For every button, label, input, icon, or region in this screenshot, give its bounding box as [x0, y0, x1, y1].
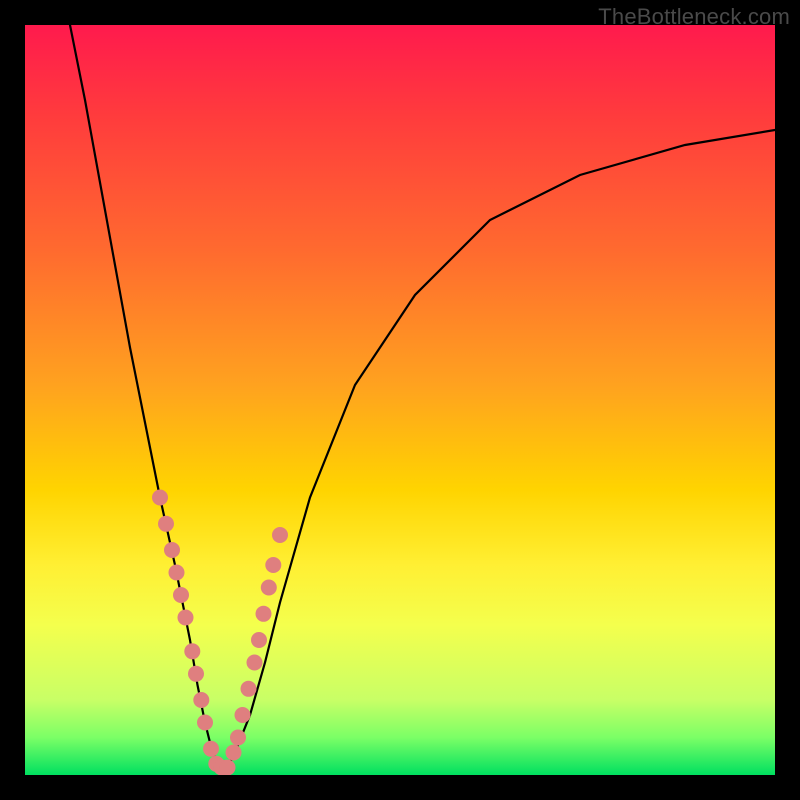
highlight-point: [169, 565, 185, 581]
highlight-point: [173, 587, 189, 603]
highlight-point: [235, 707, 251, 723]
curve-layer: [70, 25, 775, 768]
chart-svg: [25, 25, 775, 775]
highlight-point: [247, 655, 263, 671]
highlight-point: [265, 557, 281, 573]
highlight-point: [251, 632, 267, 648]
highlight-point: [230, 730, 246, 746]
highlight-point: [158, 516, 174, 532]
bottleneck-curve: [70, 25, 775, 768]
highlight-point: [178, 610, 194, 626]
highlight-point: [164, 542, 180, 558]
highlight-point: [241, 681, 257, 697]
chart-frame: TheBottleneck.com: [0, 0, 800, 800]
highlight-point: [272, 527, 288, 543]
highlight-point: [193, 692, 209, 708]
highlight-point: [220, 760, 236, 776]
highlight-point: [152, 490, 168, 506]
chart-plot-area: [25, 25, 775, 775]
watermark-text: TheBottleneck.com: [598, 4, 790, 30]
highlight-point: [203, 741, 219, 757]
highlight-point: [256, 606, 272, 622]
highlight-point: [184, 643, 200, 659]
highlight-point: [197, 715, 213, 731]
highlight-point: [261, 580, 277, 596]
highlight-point: [226, 745, 242, 761]
highlight-point: [188, 666, 204, 682]
highlight-markers: [152, 490, 288, 776]
